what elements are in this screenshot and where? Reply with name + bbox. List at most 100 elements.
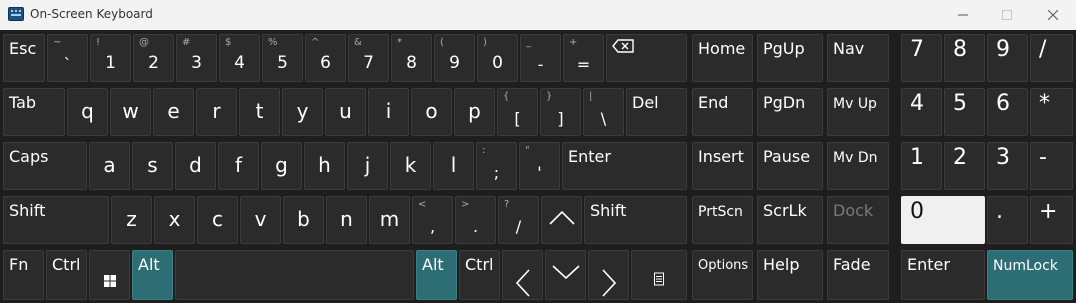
key-backtick[interactable]: ~ `	[47, 34, 88, 82]
key-k[interactable]: k	[390, 142, 431, 190]
key-1[interactable]: ! 1	[90, 34, 131, 82]
key-num-6[interactable]: 6	[987, 88, 1028, 136]
key-numlock[interactable]: NumLock	[987, 250, 1073, 300]
key-fade[interactable]: Fade	[827, 250, 889, 300]
key-e[interactable]: e	[153, 88, 194, 136]
key-shift-right[interactable]: Shift	[584, 196, 687, 244]
key-comma[interactable]: <,	[412, 196, 453, 244]
key-down[interactable]	[545, 250, 586, 300]
key-9[interactable]: (9	[434, 34, 475, 82]
key-num-7[interactable]: 7	[901, 34, 942, 82]
key-y[interactable]: y	[282, 88, 323, 136]
key-backslash[interactable]: | \	[583, 88, 624, 136]
key-3[interactable]: #3	[176, 34, 217, 82]
key-prtscn[interactable]: PrtScn	[692, 196, 753, 244]
key-up[interactable]	[541, 196, 582, 244]
key-mvdn[interactable]: Mv Dn	[827, 142, 889, 190]
key-num-subtract[interactable]: -	[1030, 142, 1073, 190]
key-num-0[interactable]: 0	[901, 196, 985, 244]
key-right[interactable]	[588, 250, 629, 300]
key-x[interactable]: x	[154, 196, 195, 244]
key-rbracket[interactable]: }]	[540, 88, 581, 136]
key-del[interactable]: Del	[626, 88, 687, 136]
key-c[interactable]: c	[197, 196, 238, 244]
key-slash[interactable]: ? /	[498, 196, 539, 244]
key-space[interactable]	[175, 250, 414, 300]
key-a[interactable]: a	[89, 142, 130, 190]
key-num-9[interactable]: 9	[987, 34, 1028, 82]
key-pause[interactable]: Pause	[757, 142, 823, 190]
key-o[interactable]: o	[411, 88, 452, 136]
key-num-multiply[interactable]: *	[1030, 88, 1073, 136]
key-f[interactable]: f	[218, 142, 259, 190]
key-num-1[interactable]: 1	[901, 142, 942, 190]
key-j[interactable]: j	[347, 142, 388, 190]
key-5[interactable]: % 5	[262, 34, 303, 82]
key-pgup[interactable]: PgUp	[757, 34, 823, 82]
key-num-divide[interactable]: /	[1030, 34, 1073, 82]
close-button[interactable]	[1030, 0, 1076, 30]
key-m[interactable]: m	[369, 196, 410, 244]
key-options[interactable]: Options	[692, 250, 753, 300]
key-i[interactable]: i	[368, 88, 409, 136]
key-alt-right[interactable]: Alt	[416, 250, 457, 300]
key-tab[interactable]: Tab	[3, 88, 65, 136]
key-ctrl-right[interactable]: Ctrl	[459, 250, 500, 300]
key-insert[interactable]: Insert	[692, 142, 753, 190]
key-fn[interactable]: Fn	[3, 250, 44, 300]
key-v[interactable]: v	[240, 196, 281, 244]
key-4[interactable]: $4	[219, 34, 260, 82]
key-semicolon[interactable]: :;	[476, 142, 517, 190]
key-num-2[interactable]: 2	[944, 142, 985, 190]
key-alt-left[interactable]: Alt	[132, 250, 173, 300]
key-l[interactable]: l	[433, 142, 474, 190]
key-num-5[interactable]: 5	[944, 88, 985, 136]
key-pgdn[interactable]: PgDn	[757, 88, 823, 136]
key-num-enter[interactable]: Enter	[901, 250, 985, 300]
key-6[interactable]: ^ 6	[305, 34, 346, 82]
key-w[interactable]: w	[110, 88, 151, 136]
key-num-decimal[interactable]: .	[987, 196, 1028, 244]
key-backspace[interactable]	[606, 34, 687, 82]
key-7[interactable]: & 7	[348, 34, 389, 82]
key-esc[interactable]: Esc	[3, 34, 45, 82]
key-mvup[interactable]: Mv Up	[827, 88, 889, 136]
key-home[interactable]: Home	[692, 34, 753, 82]
minimize-button[interactable]	[940, 0, 986, 30]
key-equal[interactable]: + =	[563, 34, 604, 82]
key-8[interactable]: * 8	[391, 34, 432, 82]
key-dock[interactable]: Dock	[827, 196, 889, 244]
key-menu[interactable]	[631, 250, 687, 300]
key-h[interactable]: h	[304, 142, 345, 190]
key-num-4[interactable]: 4	[901, 88, 942, 136]
key-scrlk[interactable]: ScrLk	[757, 196, 823, 244]
key-t[interactable]: t	[239, 88, 280, 136]
key-minus[interactable]: _ -	[520, 34, 561, 82]
maximize-button[interactable]	[984, 0, 1030, 30]
key-period[interactable]: >.	[455, 196, 496, 244]
key-quote[interactable]: " '	[519, 142, 560, 190]
key-end[interactable]: End	[692, 88, 753, 136]
key-left[interactable]	[502, 250, 543, 300]
key-s[interactable]: s	[132, 142, 173, 190]
key-2[interactable]: @2	[133, 34, 174, 82]
key-g[interactable]: g	[261, 142, 302, 190]
key-caps[interactable]: Caps	[3, 142, 87, 190]
key-num-3[interactable]: 3	[987, 142, 1028, 190]
key-n[interactable]: n	[326, 196, 367, 244]
key-ctrl-left[interactable]: Ctrl	[46, 250, 87, 300]
key-num-8[interactable]: 8	[944, 34, 985, 82]
key-r[interactable]: r	[196, 88, 237, 136]
key-windows[interactable]	[89, 250, 130, 300]
key-d[interactable]: d	[175, 142, 216, 190]
key-help[interactable]: Help	[757, 250, 823, 300]
key-b[interactable]: b	[283, 196, 324, 244]
key-num-add[interactable]: +	[1030, 196, 1073, 244]
key-lbracket[interactable]: {[	[497, 88, 538, 136]
key-enter[interactable]: Enter	[562, 142, 687, 190]
key-p[interactable]: p	[454, 88, 495, 136]
key-nav[interactable]: Nav	[827, 34, 889, 82]
key-0[interactable]: ) 0	[477, 34, 518, 82]
key-u[interactable]: u	[325, 88, 366, 136]
key-shift-left[interactable]: Shift	[3, 196, 109, 244]
